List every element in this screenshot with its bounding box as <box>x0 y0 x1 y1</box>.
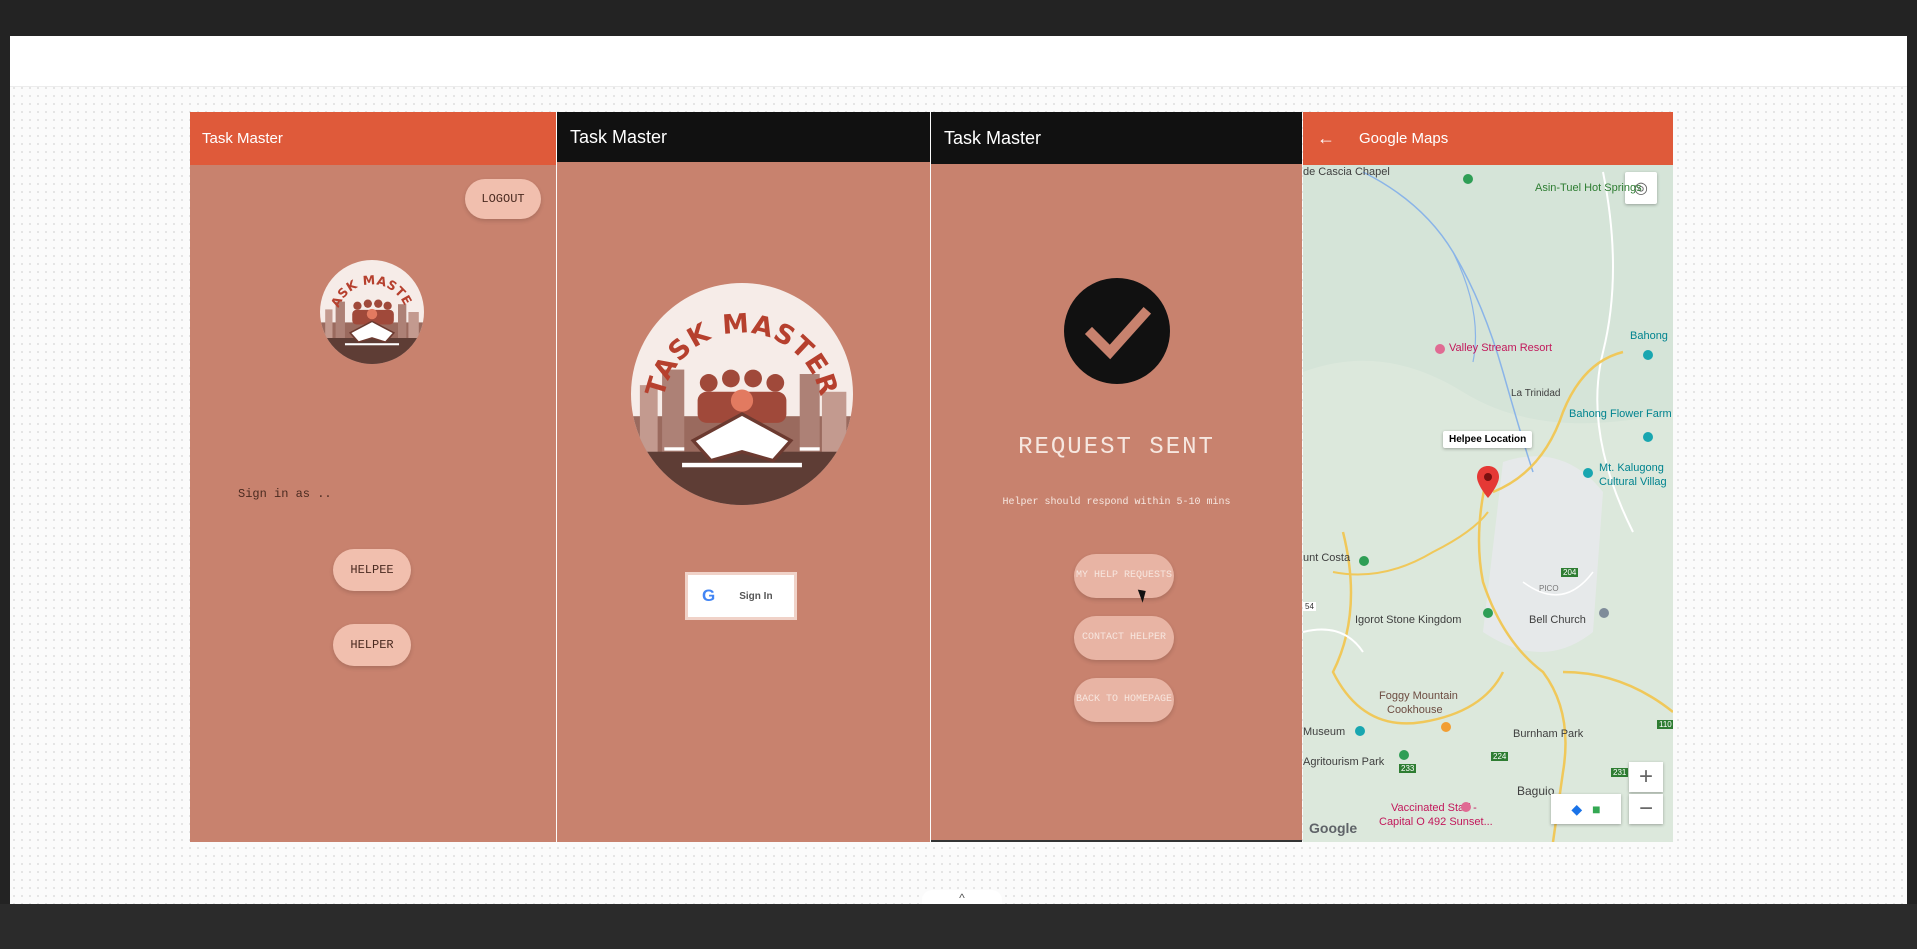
map-place-label: Baguio <box>1517 784 1555 798</box>
signin-prompt: Sign in as .. <box>238 487 332 501</box>
canvas-header <box>10 36 1907 87</box>
bottom-bar <box>0 904 1917 949</box>
road-marker: 204 <box>1561 568 1579 577</box>
request-subtext: Helper should respond within 5-10 mins <box>1002 497 1231 508</box>
zoom-in-button[interactable]: + <box>1629 762 1663 792</box>
map-place-label: Museum <box>1303 726 1346 738</box>
task-master-logo-large: TASK MASTER <box>631 283 853 505</box>
map-place-label: Capital O 492 Sunset... <box>1379 816 1493 828</box>
collapse-panel-button[interactable]: ^ <box>922 890 1002 905</box>
map-place-label: La Trinidad <box>1511 388 1561 399</box>
park-marker-icon[interactable] <box>1399 750 1409 760</box>
request-heading: REQUEST SENT <box>1018 434 1215 461</box>
map-place-label: Mt. Kalugong <box>1599 462 1664 474</box>
screen-google-signin: Task Master TASK MASTER G Sign In <box>557 112 930 842</box>
back-to-homepage-button[interactable]: BACK TO HOMEPAGE <box>1074 678 1174 722</box>
my-help-requests-button[interactable]: MY HELP REQUESTS <box>1074 554 1174 598</box>
directions-icon[interactable]: ◆ <box>1571 801 1582 818</box>
bahong-marker-icon[interactable] <box>1643 350 1653 360</box>
map-place-label: unt Costa <box>1303 552 1351 564</box>
resort-marker-icon[interactable] <box>1435 344 1445 354</box>
screen-google-maps: ← Google Maps ◎ de Cascia Chapel Asin-Tu… <box>1303 112 1673 842</box>
helper-button[interactable]: HELPER <box>333 624 411 666</box>
directions-toolbar[interactable]: ◆ ■ <box>1551 794 1621 824</box>
app-title: Task Master <box>202 130 283 147</box>
map-place-label: Bell Church <box>1529 614 1586 626</box>
helpee-location-tooltip: Helpee Location <box>1443 431 1533 448</box>
road-marker: 224 <box>1491 752 1509 761</box>
app-bar: ← Google Maps <box>1303 112 1673 165</box>
restaurant-marker-icon[interactable] <box>1441 722 1451 732</box>
app-bar: Task Master <box>557 112 930 162</box>
screen-role-select: Task Master LOGOUT TASK MASTER <box>190 112 556 842</box>
logout-button[interactable]: LOGOUT <box>465 179 541 219</box>
location-pin-icon[interactable] <box>1477 466 1499 503</box>
map-place-label: Bahong <box>1630 330 1668 342</box>
map-place-label: Burnham Park <box>1513 728 1584 740</box>
task-master-logo: TASK MASTER <box>315 248 424 364</box>
map-place-label: de Cascia Chapel <box>1303 166 1390 178</box>
google-signin-button[interactable]: G Sign In <box>685 572 797 620</box>
screen-request-sent: Task Master REQUEST SENT Helper should r… <box>931 112 1302 842</box>
google-g-icon: G <box>702 586 716 605</box>
map-place-label: Igorot Stone Kingdom <box>1355 614 1462 626</box>
vaccinated-marker-icon[interactable] <box>1461 802 1471 812</box>
igorot-marker-icon[interactable] <box>1483 608 1493 618</box>
map-place-label: Valley Stream Resort <box>1449 342 1553 354</box>
road-marker: 233 <box>1399 764 1417 773</box>
zoom-out-button[interactable]: − <box>1629 794 1663 824</box>
app-title: Google Maps <box>1359 130 1449 147</box>
costa-marker-icon[interactable] <box>1359 556 1369 566</box>
window-top-bar <box>0 0 1917 36</box>
map-place-label: Asin-Tuel Hot Springs <box>1535 182 1642 194</box>
map-place-label: Bahong Flower Farm <box>1569 408 1672 420</box>
map-place-label: Cookhouse <box>1387 704 1443 716</box>
open-maps-icon[interactable]: ■ <box>1592 801 1600 817</box>
check-icon <box>1064 278 1170 384</box>
app-bar: Task Master <box>931 112 1302 164</box>
app-title: Task Master <box>570 126 668 147</box>
road-marker: 54 <box>1303 602 1316 611</box>
map-place-label: PICO <box>1539 584 1559 593</box>
app-bar: Task Master <box>190 112 556 165</box>
museum-marker-icon[interactable] <box>1355 726 1365 736</box>
flower-farm-marker-icon[interactable] <box>1643 432 1653 442</box>
map-place-label: Foggy Mountain <box>1379 690 1458 702</box>
helpee-button[interactable]: HELPEE <box>333 549 411 591</box>
back-arrow-icon[interactable]: ← <box>1303 128 1335 149</box>
kalugong-marker-icon[interactable] <box>1583 468 1593 478</box>
signin-label: Sign In <box>739 590 773 602</box>
map-place-label: Cultural Villag <box>1599 476 1667 488</box>
google-logo: Google <box>1309 820 1358 836</box>
road-marker: 231 <box>1611 768 1629 777</box>
hot-springs-marker-icon[interactable] <box>1463 174 1473 184</box>
contact-helper-button[interactable]: CONTACT HELPER <box>1074 616 1174 660</box>
screen-bottom-edge <box>931 840 1302 842</box>
road-marker: 110 <box>1657 720 1673 729</box>
church-marker-icon[interactable] <box>1599 608 1609 618</box>
app-title: Task Master <box>944 127 1042 148</box>
map-place-label: Agritourism Park <box>1303 756 1385 768</box>
